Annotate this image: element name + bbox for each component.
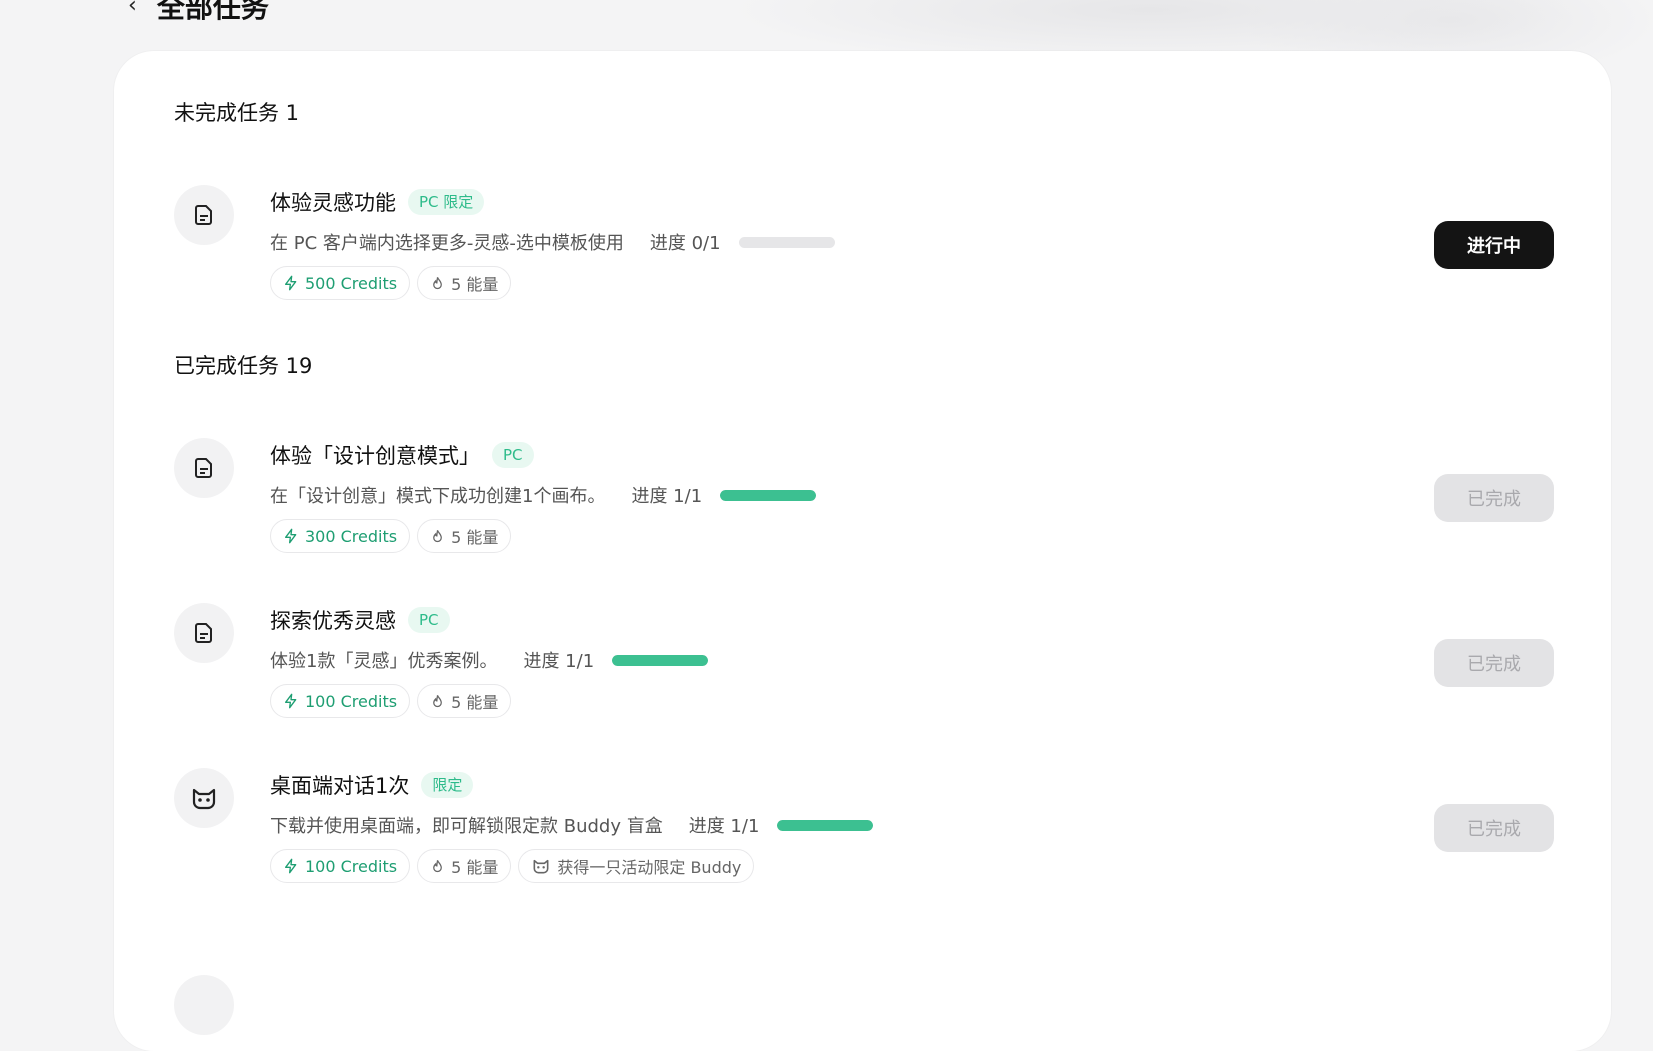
credits-reward: 300 Credits — [270, 519, 411, 553]
progress-label: 进度 0/1 — [649, 233, 721, 254]
credits-reward: 100 Credits — [270, 684, 411, 718]
task-tag: PC 限定 — [408, 189, 485, 215]
buddy-cat-icon — [533, 859, 549, 874]
progress-bar — [777, 819, 874, 831]
task-description: 在「设计创意」模式下成功创建1个画布。 — [270, 486, 606, 507]
energy-reward: 5 能量 — [417, 849, 512, 883]
progress-label: 进度 1/1 — [688, 816, 760, 837]
energy-label: 5 能量 — [451, 858, 499, 877]
lightning-icon — [285, 275, 297, 291]
completed-button[interactable]: 已完成 — [1434, 639, 1554, 687]
progress-label: 进度 1/1 — [523, 651, 595, 672]
task-description: 下载并使用桌面端，即可解锁限定款 Buddy 盲盒 — [270, 816, 663, 837]
document-icon — [174, 185, 234, 245]
buddy-reward: 获得一只活动限定 Buddy — [518, 849, 755, 883]
task-title: 体验「设计创意模式」 — [270, 444, 480, 468]
task-title: 体验灵感功能 — [270, 191, 396, 215]
task-tag: PC — [492, 442, 534, 468]
credits-label: 500 Credits — [305, 273, 398, 293]
lightning-icon — [285, 858, 297, 874]
document-icon — [174, 438, 234, 498]
progress-fill — [777, 819, 874, 831]
lightning-icon — [285, 693, 297, 709]
credits-label: 100 Credits — [305, 856, 398, 876]
energy-label: 5 能量 — [451, 275, 499, 294]
progress-bar — [720, 489, 817, 501]
in-progress-button[interactable]: 进行中 — [1434, 221, 1554, 269]
task-item: 体验「设计创意模式」 PC 在「设计创意」模式下成功创建1个画布。 进度 1/1… — [174, 438, 1554, 568]
task-tag: 限定 — [421, 772, 474, 798]
completed-section-title: 已完成任务 19 — [174, 354, 313, 378]
flame-icon — [433, 276, 442, 289]
energy-label: 5 能量 — [451, 528, 499, 547]
completed-button[interactable]: 已完成 — [1434, 474, 1554, 522]
task-icon-partial — [174, 975, 234, 1035]
energy-reward: 5 能量 — [417, 266, 512, 300]
buddy-cat-icon — [174, 768, 234, 828]
flame-icon — [433, 529, 442, 542]
energy-label: 5 能量 — [451, 693, 499, 712]
credits-reward: 500 Credits — [270, 266, 411, 300]
task-title: 探索优秀灵感 — [270, 609, 396, 633]
page-title: 全部任务 — [156, 0, 269, 24]
credits-reward: 100 Credits — [270, 849, 411, 883]
document-icon — [174, 603, 234, 663]
tasks-card: 未完成任务 1 体验灵感功能 PC 限定 在 PC 客户端内选择更多-灵感-选中… — [114, 51, 1611, 1051]
incomplete-section-title: 未完成任务 1 — [174, 101, 300, 125]
task-item: 探索优秀灵感 PC 体验1款「灵感」优秀案例。 进度 1/1 100 Credi… — [174, 603, 1554, 733]
progress-bar — [612, 654, 709, 666]
flame-icon — [433, 694, 442, 707]
lightning-icon — [285, 528, 297, 544]
task-tag: PC — [408, 607, 450, 633]
page-header: ‹ 全部任务 — [128, 0, 269, 26]
task-title: 桌面端对话1次 — [270, 774, 410, 798]
chevron-left-icon[interactable]: ‹ — [128, 0, 137, 17]
task-description: 在 PC 客户端内选择更多-灵感-选中模板使用 — [270, 233, 624, 254]
task-item: 桌面端对话1次 限定 下载并使用桌面端，即可解锁限定款 Buddy 盲盒 进度 … — [174, 768, 1554, 898]
progress-bar — [738, 236, 835, 248]
task-item: 体验灵感功能 PC 限定 在 PC 客户端内选择更多-灵感-选中模板使用 进度 … — [174, 185, 1554, 315]
energy-reward: 5 能量 — [417, 684, 512, 718]
completed-button[interactable]: 已完成 — [1434, 804, 1554, 852]
energy-reward: 5 能量 — [417, 519, 512, 553]
task-description: 体验1款「灵感」优秀案例。 — [270, 651, 498, 672]
credits-label: 300 Credits — [305, 526, 398, 546]
progress-label: 进度 1/1 — [631, 486, 703, 507]
progress-fill — [612, 654, 709, 666]
progress-fill — [720, 489, 817, 501]
flame-icon — [433, 859, 442, 872]
buddy-reward-label: 获得一只活动限定 Buddy — [557, 858, 742, 877]
credits-label: 100 Credits — [305, 691, 398, 711]
